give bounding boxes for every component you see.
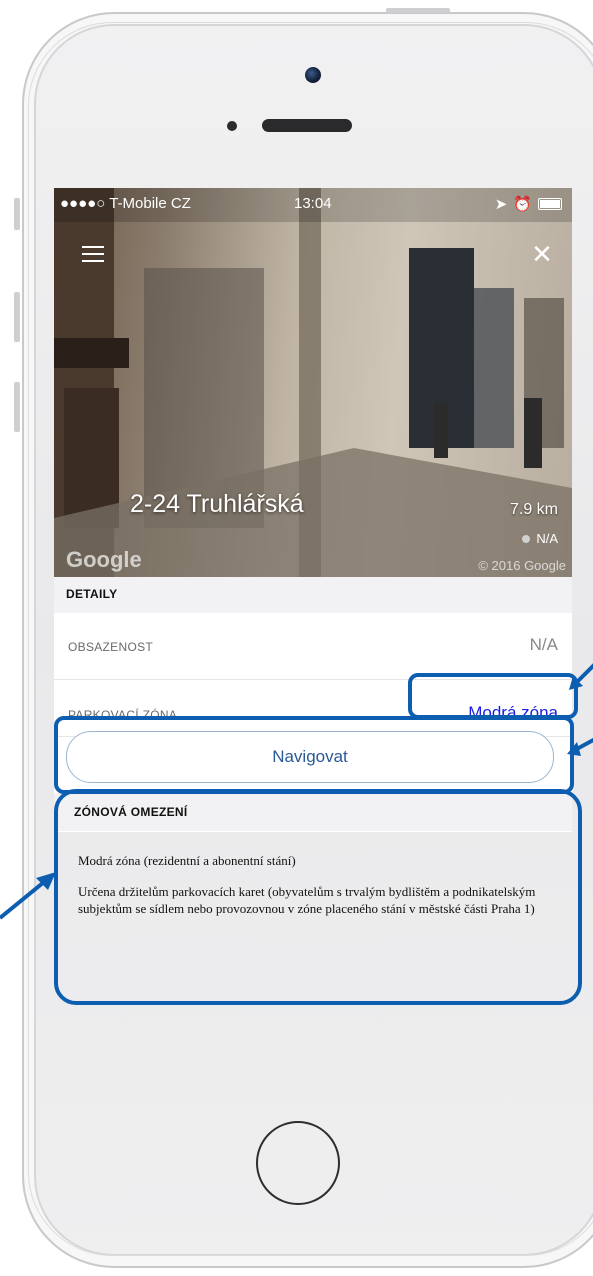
volume-up-button [14,292,20,342]
hamburger-icon[interactable] [82,246,104,264]
volume-down-button [14,382,20,432]
location-title: 2-24 Truhlářská [130,490,304,518]
details-section-title: DETAILY [66,587,118,601]
location-icon: ➤ [494,196,508,213]
proximity-sensor [227,121,237,131]
occupancy-indicator-label: N/A [536,531,558,546]
carrier-label: ●●●●○ T-Mobile CZ [60,195,191,212]
earpiece-speaker [262,119,352,132]
content-bottom-divider [66,1024,566,1025]
occupancy-indicator: N/A [522,531,558,546]
close-icon[interactable]: ✕ [528,240,556,268]
copyright-label: © 2016 Google [478,558,566,573]
status-bar: ●●●●○ T-Mobile CZ 13:04 ➤ ⏰ [54,188,572,218]
google-logo: Google [66,547,142,572]
street-view-photo: ●●●●○ T-Mobile CZ 13:04 ➤ ⏰ ✕ 2-24 Truhl… [54,188,572,577]
clock: 13:04 [294,195,332,212]
home-button[interactable] [256,1121,340,1205]
status-dot-icon [522,534,531,543]
alarm-icon: ⏰ [513,196,532,213]
front-camera [305,67,321,83]
mute-switch [14,198,20,230]
occupancy-label: OBSAZENOST [68,640,154,654]
occupancy-row: OBSAZENOST N/A [54,613,572,680]
details-section-header: DETAILY [54,577,572,613]
arrow-to-zone-link-icon [569,663,593,690]
occupancy-value: N/A [529,635,558,654]
battery-icon [538,198,562,210]
navigate-highlight [54,716,574,794]
arrow-to-navigate-icon [567,737,593,756]
zone-restrictions-highlight [54,789,582,1005]
power-button [386,8,450,13]
distance-label: 7.9 km [509,501,558,518]
status-icons: ➤ ⏰ [495,195,562,213]
arrow-to-zone-restrictions-icon [0,872,56,920]
parking-zone-highlight [408,673,578,719]
